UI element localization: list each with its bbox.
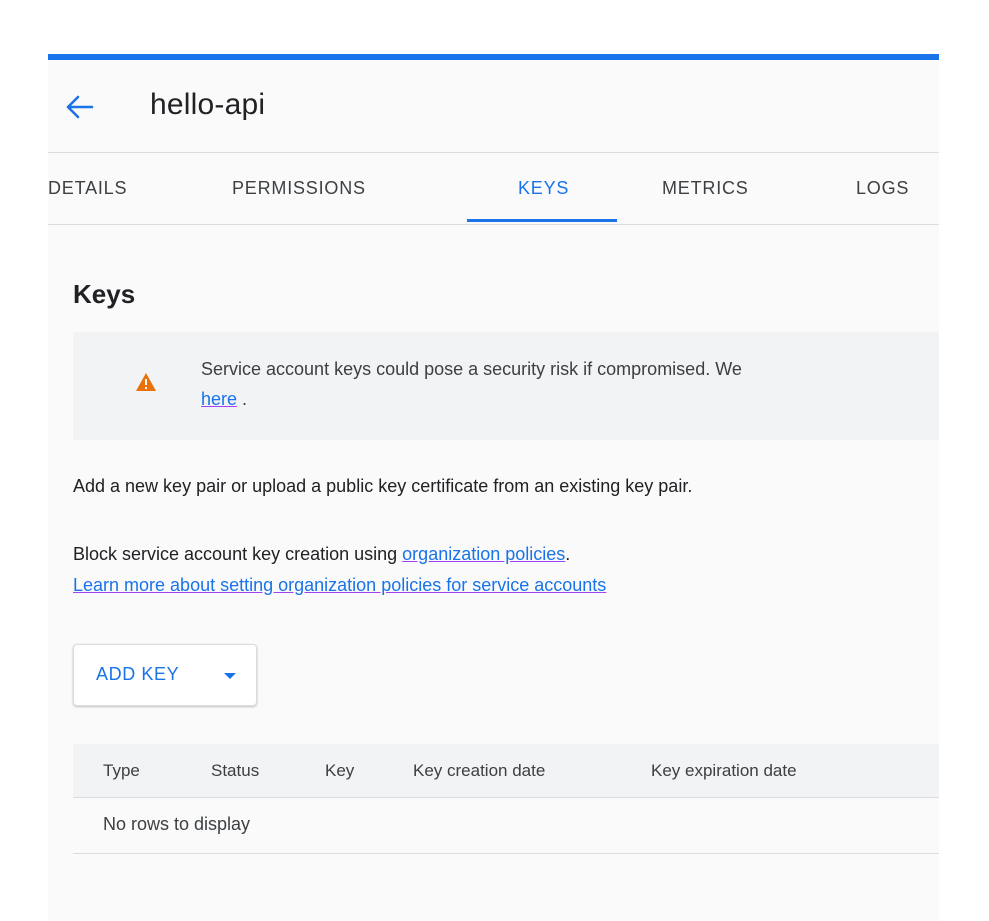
arrow-left-icon[interactable] — [64, 94, 94, 120]
block-key-creation-label: Block service account key creation using — [73, 544, 403, 564]
active-tab-indicator — [467, 219, 617, 222]
learn-more-row: Learn more about setting organization po… — [73, 575, 606, 596]
page-title: hello-api — [150, 88, 266, 121]
column-header-key-creation-date[interactable]: Key creation date — [413, 761, 545, 781]
column-header-type[interactable]: Type — [103, 761, 140, 781]
column-header-key-expiration-date[interactable]: Key expiration date — [651, 761, 797, 781]
add-key-label: ADD KEY — [96, 664, 180, 684]
warning-here-link[interactable]: here — [201, 389, 237, 409]
tabs-divider — [48, 224, 939, 225]
organization-policies-link[interactable]: organization policies — [402, 544, 565, 564]
column-header-key[interactable]: Key — [325, 761, 354, 781]
tab-logs[interactable]: LOGS — [856, 153, 909, 225]
block-key-creation-suffix: . — [565, 544, 571, 564]
tab-bar: DETAILS PERMISSIONS KEYS METRICS LOGS — [48, 153, 939, 225]
caret-down-icon — [224, 673, 236, 679]
warning-triangle-icon — [136, 373, 156, 391]
block-key-creation-text: Block service account key creation using… — [73, 544, 570, 565]
keys-table: Type Status Key Key creation date Key ex… — [73, 744, 939, 854]
tab-metrics[interactable]: METRICS — [662, 153, 749, 225]
table-empty-row: No rows to display — [73, 798, 939, 854]
learn-more-link[interactable]: Learn more about setting organization po… — [73, 575, 606, 595]
service-account-page: hello-api DETAILS PERMISSIONS KEYS METRI… — [48, 54, 939, 921]
section-title: Keys — [73, 279, 136, 309]
add-key-button[interactable]: ADD KEY — [73, 644, 257, 706]
column-header-status[interactable]: Status — [211, 761, 259, 781]
warning-text: Service account keys could pose a securi… — [201, 354, 742, 414]
security-warning-banner: Service account keys could pose a securi… — [73, 332, 939, 440]
table-header: Type Status Key Key creation date Key ex… — [73, 744, 939, 798]
add-key-description: Add a new key pair or upload a public ke… — [73, 476, 693, 496]
page-header: hello-api — [48, 60, 939, 152]
warning-link-suffix: . — [242, 389, 248, 409]
warning-message: Service account keys could pose a securi… — [201, 359, 742, 379]
empty-table-message: No rows to display — [103, 814, 251, 834]
tab-keys[interactable]: KEYS — [518, 153, 569, 225]
tab-permissions[interactable]: PERMISSIONS — [232, 153, 366, 225]
tab-details[interactable]: DETAILS — [48, 153, 127, 225]
